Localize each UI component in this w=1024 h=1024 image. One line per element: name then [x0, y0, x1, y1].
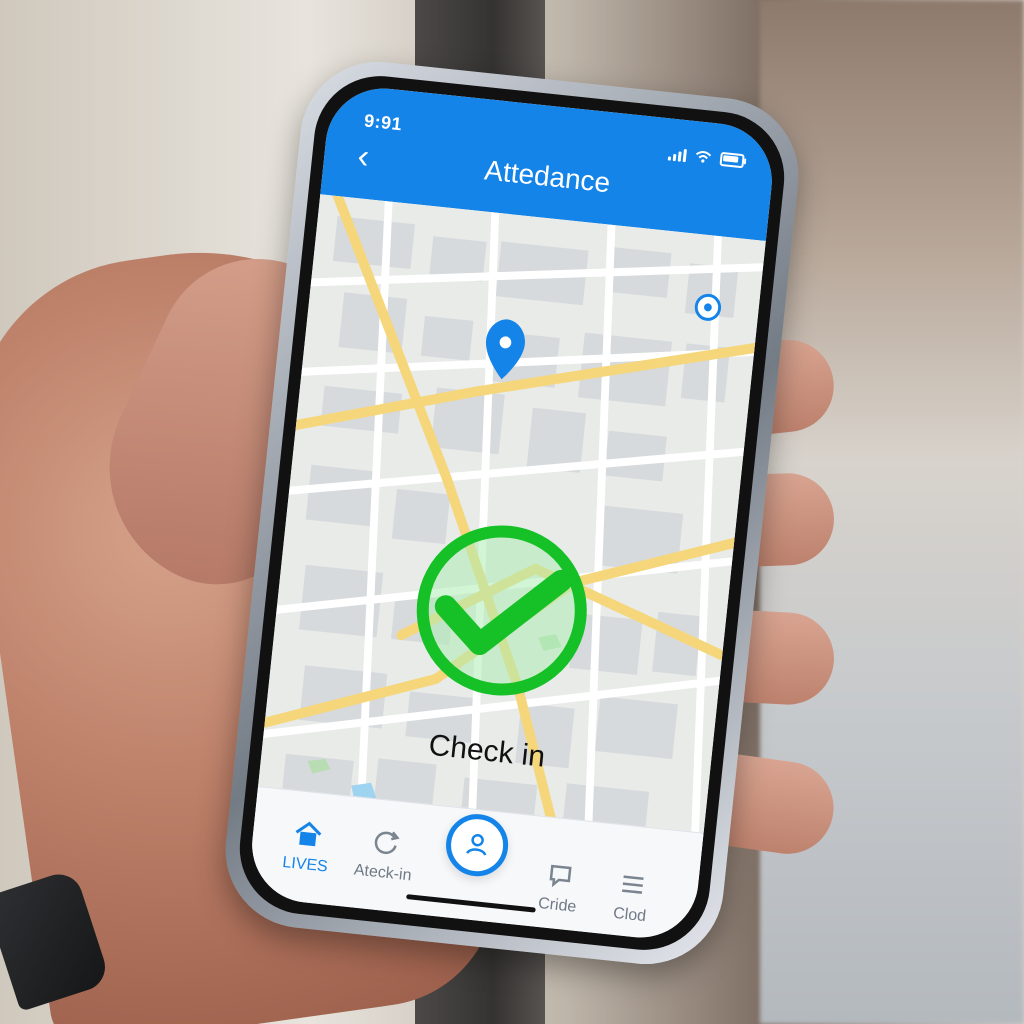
map-view[interactable]: Check in [253, 194, 766, 881]
menu-icon [622, 875, 644, 894]
status-time: 9:91 [363, 110, 404, 135]
back-icon: ‹ [355, 137, 372, 177]
phone-bezel: 9:91 ‹ Attedance Check in LIVES Ateck-in… [233, 69, 791, 957]
back-button[interactable]: ‹ [347, 137, 380, 176]
chat-icon [549, 864, 572, 888]
nav-item-label: Clod [612, 904, 647, 926]
battery-icon [719, 151, 745, 169]
profile-icon [466, 833, 487, 856]
phone-screen: 9:91 ‹ Attedance Check in LIVES Ateck-in… [246, 82, 778, 944]
nav-item-label: Ateck-in [353, 861, 413, 885]
refresh-icon [374, 831, 400, 855]
nav-item-label: LIVES [281, 853, 329, 876]
status-icons [667, 146, 745, 169]
checkin-success-badge [408, 517, 596, 704]
nav-item-clod[interactable]: Clod [584, 864, 679, 929]
recenter-icon[interactable] [694, 293, 722, 321]
profile-button[interactable] [443, 811, 512, 880]
page-title: Attedance [483, 154, 612, 199]
signal-icon [667, 146, 687, 163]
photo-scene: 9:91 ‹ Attedance Check in LIVES Ateck-in… [0, 0, 1024, 1024]
checkmark-icon [434, 569, 573, 656]
home-icon [295, 821, 322, 847]
smartphone: 9:91 ‹ Attedance Check in LIVES Ateck-in… [217, 54, 807, 972]
nav-item-ateck-in[interactable]: Ateck-in [337, 822, 432, 887]
wifi-icon [695, 151, 712, 163]
nav-item-label: Cride [537, 894, 578, 916]
